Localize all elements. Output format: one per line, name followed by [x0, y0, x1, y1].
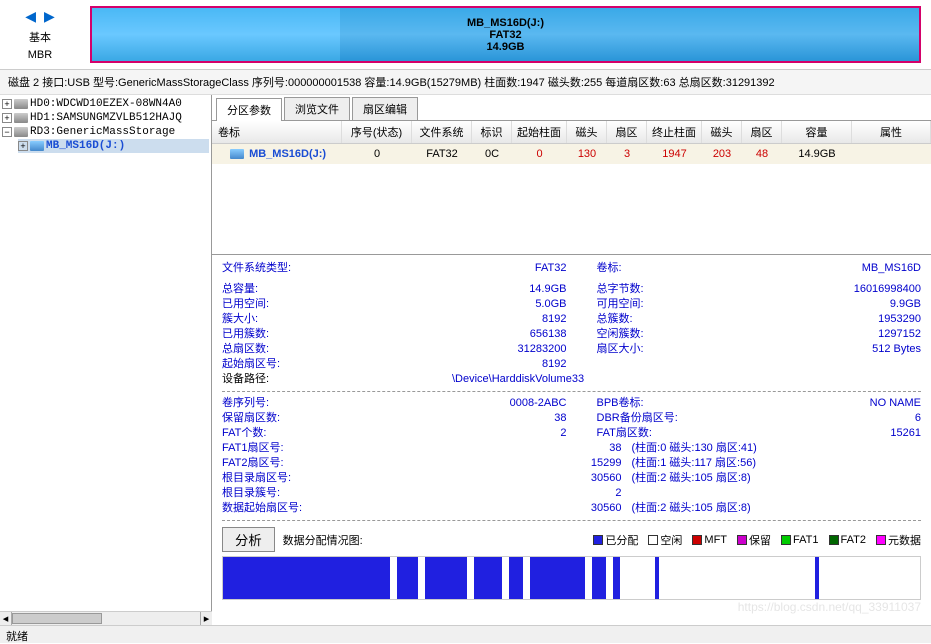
- alloc-map-label: 数据分配情况图:: [283, 532, 363, 548]
- partition-bar-fs: FAT32: [467, 29, 544, 41]
- tab-bar: 分区参数 浏览文件 扇区编辑: [212, 95, 931, 121]
- legend-fat2-icon: [829, 535, 839, 545]
- legend-fat1-icon: [781, 535, 791, 545]
- nav-back-icon[interactable]: ◀: [25, 8, 36, 24]
- tree-rd3-partition[interactable]: + MB_MS16D(J:): [18, 139, 209, 153]
- partition-row[interactable]: MB_MS16D(J:) 0 FAT32 0C 0 130 3 1947 203…: [212, 144, 931, 164]
- legend-allocated-icon: [593, 535, 603, 545]
- partition-icon: [30, 141, 44, 151]
- expand-icon[interactable]: +: [18, 141, 28, 151]
- disk-icon: [14, 127, 28, 137]
- partition-type-label: 基本: [0, 29, 80, 45]
- tree-hd0[interactable]: + HD0:WDCWD10EZEX-08WN4A0: [2, 97, 209, 111]
- nav-forward-icon[interactable]: ▶: [44, 8, 55, 24]
- analyze-button[interactable]: 分析: [222, 527, 275, 552]
- disk-icon: [14, 113, 28, 123]
- tab-partition-params[interactable]: 分区参数: [216, 98, 282, 121]
- partition-bar-size: 14.9GB: [467, 41, 544, 53]
- scroll-left-icon[interactable]: ◂: [0, 612, 12, 625]
- legend-mft-icon: [692, 535, 702, 545]
- legend: 已分配 空闲 MFT 保留 FAT1 FAT2 元数据: [593, 532, 921, 548]
- legend-reserved-icon: [737, 535, 747, 545]
- scrollbar-thumb[interactable]: [12, 613, 102, 624]
- partition-table-header: 卷标 序号(状态) 文件系统 标识 起始柱面 磁头 扇区 终止柱面 磁头 扇区 …: [212, 121, 931, 144]
- expand-icon[interactable]: +: [2, 113, 12, 123]
- disk-icon: [14, 99, 28, 109]
- status-bar: 就绪: [0, 625, 931, 643]
- partition-icon: [230, 149, 244, 159]
- tab-browse-files[interactable]: 浏览文件: [284, 97, 350, 120]
- collapse-icon[interactable]: −: [2, 127, 12, 137]
- tab-sector-edit[interactable]: 扇区编辑: [352, 97, 418, 120]
- tree-scrollbar[interactable]: ◂ ▸: [0, 611, 212, 625]
- expand-icon[interactable]: +: [2, 99, 12, 109]
- legend-meta-icon: [876, 535, 886, 545]
- disk-info-line: 磁盘 2 接口:USB 型号:GenericMassStorageClass 序…: [0, 70, 931, 95]
- disk-tree[interactable]: + HD0:WDCWD10EZEX-08WN4A0 + HD1:SAMSUNGM…: [0, 95, 212, 611]
- partition-visual-bar[interactable]: MB_MS16D(J:) FAT32 14.9GB: [90, 6, 921, 63]
- mbr-label: MBR: [0, 49, 80, 61]
- watermark: https://blog.csdn.net/qq_33911037: [738, 600, 921, 614]
- tree-rd3[interactable]: − RD3:GenericMassStorage: [2, 125, 209, 139]
- partition-bar-name: MB_MS16D(J:): [467, 17, 544, 29]
- legend-free-icon: [648, 535, 658, 545]
- allocation-map[interactable]: [222, 556, 921, 600]
- scroll-right-icon[interactable]: ▸: [200, 612, 212, 625]
- tree-hd1[interactable]: + HD1:SAMSUNGMZVLB512HAJQ: [2, 111, 209, 125]
- partition-details: 文件系统类型: FAT32 卷标: MB_MS16D 总容量: 14.9GB 总…: [212, 254, 931, 625]
